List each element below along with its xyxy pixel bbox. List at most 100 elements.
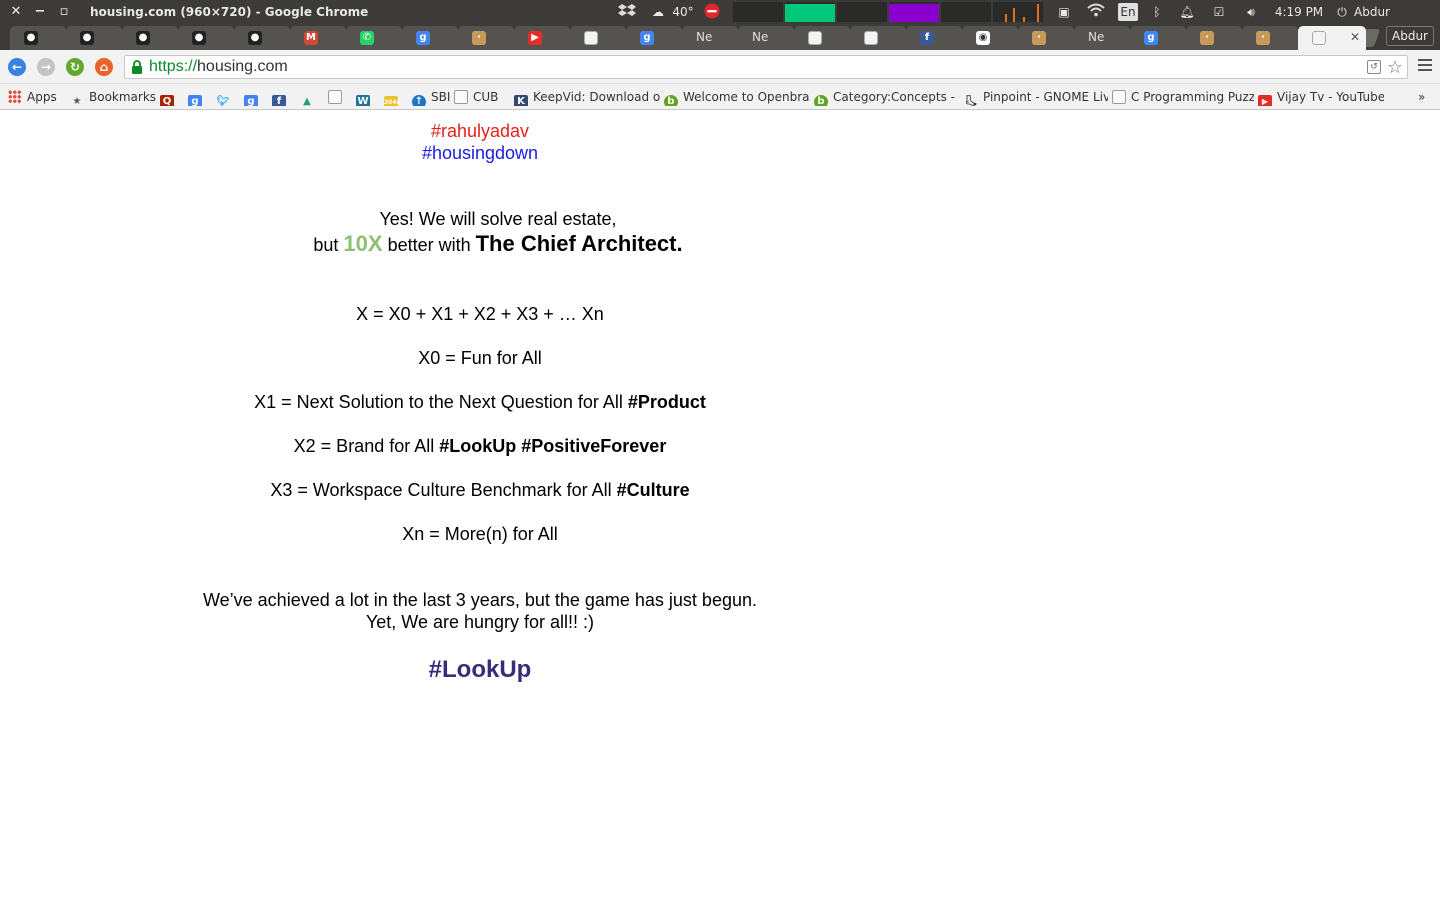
dropbox-icon[interactable] [617, 3, 637, 21]
bookmark-label: CUB [473, 90, 499, 104]
twitter-icon: 🐦︎ [216, 96, 230, 106]
browser-tab[interactable]: ✕ [1298, 26, 1366, 50]
bluetooth-icon[interactable]: ᛒ [1148, 3, 1166, 21]
page-action-icon[interactable]: ↺ [1367, 60, 1381, 74]
browser-tab[interactable]: ◉ [962, 26, 1018, 50]
browser-tab[interactable]: g [402, 26, 458, 50]
bookmark-item[interactable]: f [272, 88, 291, 106]
browser-tab[interactable]: ● [66, 26, 122, 50]
tab-label: Ne [696, 30, 713, 44]
user-name[interactable]: Abdur Rahman [1354, 3, 1438, 37]
bookmarks-bar: » Apps ★ Bookmarks Qg 🐦︎ g f ▲ W 2048 ↑ SBI CUB K Keep… [0, 84, 1440, 110]
bookmark-item[interactable]: Q [160, 88, 179, 106]
home-icon[interactable]: ⌂ [95, 58, 113, 76]
bookmark-item[interactable]: W [356, 88, 375, 106]
page-icon: ⋅ [1032, 30, 1046, 45]
tab-strip: Abdur ● ● ● ● ● M ✆ g ⋅ ▶ g Ne Ne f ◉ ⋅ Ne g ⋅ ⋅ ✕ [0, 24, 1440, 50]
back-arrow-icon[interactable]: ← [8, 58, 26, 76]
browser-tab[interactable] [794, 26, 850, 50]
address-bar[interactable]: https://housing.com ↺ ☆ [124, 55, 1408, 79]
do-not-disturb-icon[interactable] [703, 3, 721, 21]
browser-tab[interactable]: ⋅ [458, 26, 514, 50]
x3-text: X3 = Workspace Culture Benchmark for All [270, 480, 617, 500]
browser-tab[interactable]: ● [234, 26, 290, 50]
browser-tab[interactable]: f [906, 26, 962, 50]
browser-tab[interactable]: g [1130, 26, 1186, 50]
bookmark-star-icon[interactable]: ☆ [1387, 57, 1403, 78]
browser-tab[interactable] [570, 26, 626, 50]
load-graph [941, 2, 991, 22]
bookmark-item[interactable]: C Programming Puzzl [1112, 88, 1254, 106]
window-maximize-icon[interactable]: ▫ [56, 4, 72, 20]
bookmark-item[interactable]: 2048 [384, 88, 403, 106]
browser-tab[interactable]: ⋅ [1242, 26, 1298, 50]
browser-tab[interactable]: Ne [738, 26, 794, 50]
browser-tab[interactable]: M [290, 26, 346, 50]
x2-text: X2 = Brand for All [293, 436, 440, 456]
github-icon: ● [136, 30, 150, 45]
bookmark-item[interactable]: ★ Bookmarks [70, 88, 156, 106]
bookmarks-overflow-button[interactable]: » [1418, 88, 1425, 106]
checkbox-indicator-icon[interactable]: ☑ [1210, 3, 1228, 21]
bookmark-label: C Programming Puzzl [1131, 90, 1254, 104]
document-icon [864, 30, 878, 45]
bookmark-item[interactable]: ▲ [300, 88, 319, 106]
profile-button[interactable]: Abdur [1386, 26, 1434, 46]
browser-tab[interactable]: ⋅ [1018, 26, 1074, 50]
browser-tab[interactable] [850, 26, 906, 50]
browser-tab[interactable]: ✆ [346, 26, 402, 50]
wifi-icon[interactable] [1086, 3, 1106, 21]
tab-close-icon[interactable]: ✕ [1350, 26, 1360, 48]
power-icon[interactable]: ⏻ [1333, 3, 1351, 21]
intro-line-2: but 10X better with The Chief Architect. [18, 231, 978, 257]
chrome-menu-icon[interactable] [1418, 59, 1432, 73]
browser-tab[interactable]: ⋅ [1186, 26, 1242, 50]
x2-hashtags: #LookUp #PositiveForever [439, 436, 667, 456]
bookmark-item[interactable]: 🐦︎ [216, 88, 235, 106]
bookmark-item[interactable]: g [188, 88, 207, 106]
forward-arrow-icon[interactable]: → [37, 58, 55, 76]
browser-tab[interactable]: ▶ [514, 26, 570, 50]
x0-line: X0 = Fun for All [418, 348, 542, 368]
browser-tab[interactable]: ● [10, 26, 66, 50]
bookmark-label: Welcome to Openbra [683, 90, 810, 104]
bookmark-item[interactable]: g [244, 88, 263, 106]
bookmark-item[interactable]: CUB [454, 88, 498, 106]
window-minimize-icon[interactable]: − [32, 4, 48, 20]
bookmark-item[interactable]: Apps [8, 88, 57, 106]
keyboard-layout-indicator[interactable]: En [1118, 3, 1138, 21]
notification-bell-icon[interactable]: 🔔︎ [1178, 3, 1196, 21]
bookmark-item[interactable]: ↑ SBI [412, 88, 450, 106]
document-icon [1112, 90, 1126, 104]
bookmark-item[interactable]: K KeepVid: Download o [514, 88, 660, 106]
lock-icon [132, 60, 142, 74]
browser-tab[interactable]: Ne [682, 26, 738, 50]
bookmark-item[interactable] [328, 88, 347, 106]
google-icon: g [1144, 30, 1158, 45]
bookmark-item[interactable]: 🦶︎ Pinpoint - GNOME Liv [964, 88, 1108, 106]
browser-tab[interactable]: ● [178, 26, 234, 50]
x1-line: X1 = Next Solution to the Next Question … [0, 392, 960, 413]
document-icon [1312, 30, 1326, 45]
bookmark-label: Pinpoint - GNOME Liv [983, 90, 1108, 104]
document-icon [584, 30, 598, 45]
browser-tab[interactable]: Ne [1074, 26, 1130, 50]
browser-tab[interactable]: ● [122, 26, 178, 50]
window-close-icon[interactable]: ✕ [8, 4, 24, 20]
youtube-icon: ▶ [1258, 95, 1272, 106]
weather-icon[interactable]: ☁ [648, 3, 668, 21]
x3-hashtag: #Culture [616, 480, 690, 500]
bookmark-item[interactable]: b Category:Concepts - ( [814, 88, 960, 106]
bookmark-item[interactable]: ▶ Vijay Tv - YouTube [1258, 88, 1384, 106]
indicator-chip-icon[interactable]: ▣ [1055, 3, 1073, 21]
x3-line: X3 = Workspace Culture Benchmark for All… [0, 480, 960, 501]
system-top-panel: ✕ − ▫ housing.com (960×720) - Google Chr… [0, 0, 1440, 37]
tab-label: Ne [752, 30, 769, 44]
reload-icon[interactable]: ↻ [66, 58, 84, 76]
outro-line-2: Yet, We are hungry for all!! :) [365, 612, 595, 632]
url-text[interactable]: https://housing.com [149, 58, 288, 76]
bookmark-item[interactable]: b Welcome to Openbra [664, 88, 810, 106]
volume-icon[interactable]: 🔊︎ [1240, 3, 1262, 21]
browser-tab[interactable]: g [626, 26, 682, 50]
clock-text[interactable]: 4:19 PM [1274, 3, 1324, 21]
